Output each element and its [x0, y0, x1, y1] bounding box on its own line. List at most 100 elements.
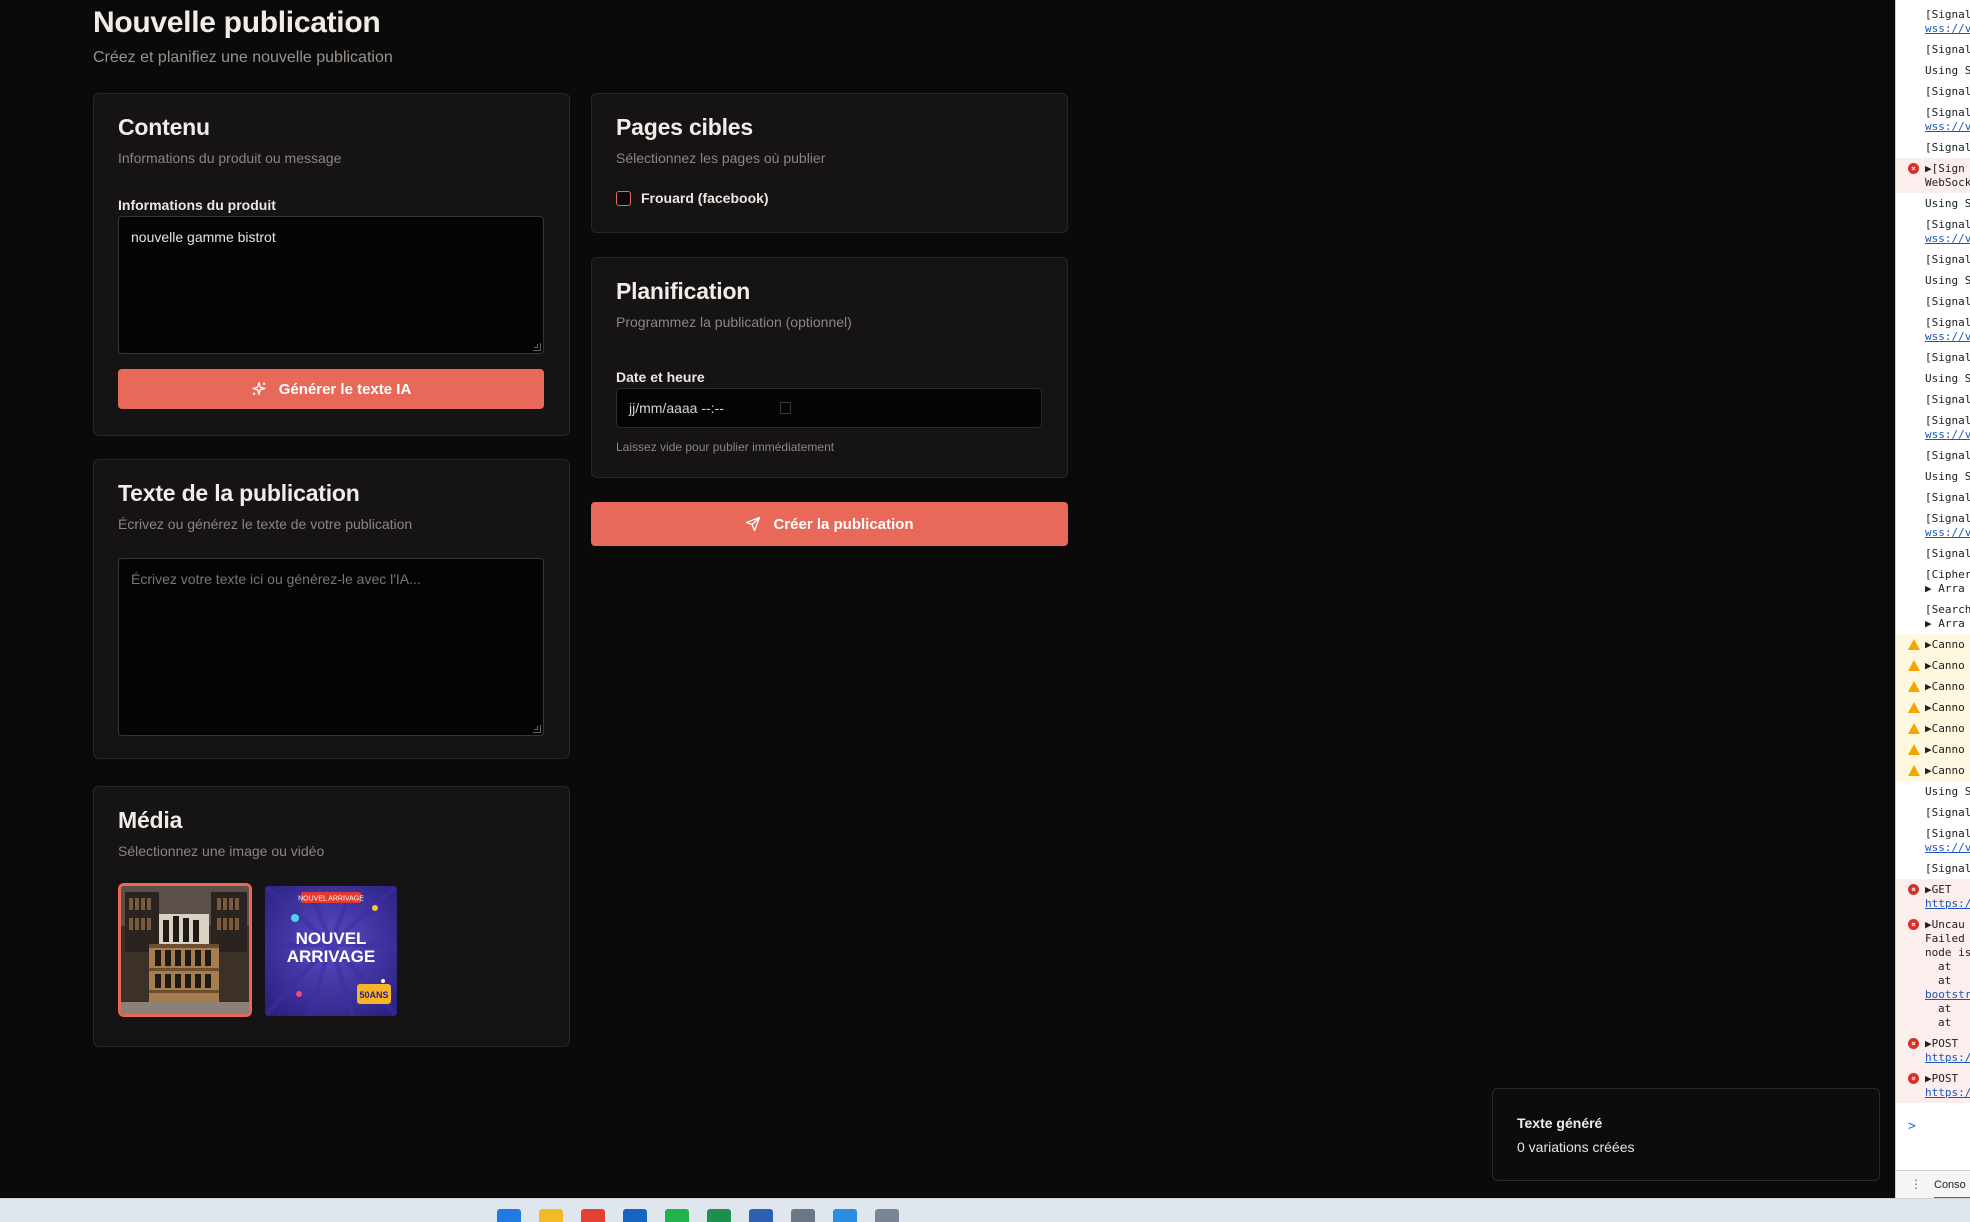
- toast-description: 0 variations créées: [1517, 1139, 1635, 1155]
- console-log-link[interactable]: https:/: [1925, 1051, 1970, 1064]
- app-icon[interactable]: [749, 1209, 773, 1222]
- console-stack-line: node is: [1925, 946, 1970, 959]
- console-log-entry: [Signal: [1896, 858, 1970, 879]
- console-log-entry: [Signal wss://v: [1896, 508, 1970, 543]
- console-log-text: Using S: [1925, 197, 1970, 210]
- console-log-entry[interactable]: ▶Canno: [1896, 739, 1970, 760]
- console-log-entry: [Signal: [1896, 249, 1970, 270]
- product-info-textarea[interactable]: nouvelle gamme bistrot: [118, 216, 544, 354]
- console-log-entry[interactable]: ▶Canno: [1896, 697, 1970, 718]
- media-card-title: Média: [118, 807, 183, 833]
- console-log-text: [Signal: [1925, 547, 1970, 560]
- console-tab[interactable]: Conso: [1934, 1179, 1970, 1198]
- file-explorer-icon[interactable]: [539, 1209, 563, 1222]
- console-log-link[interactable]: wss://v: [1925, 330, 1970, 343]
- console-log-entry[interactable]: ▶Canno: [1896, 760, 1970, 781]
- console-log-text: ▶[Sign: [1925, 162, 1965, 175]
- console-log-text: [Signal: [1925, 351, 1970, 364]
- console-log-text: [Signal: [1925, 8, 1970, 21]
- console-log-entry[interactable]: × ▶POST https:/: [1896, 1033, 1970, 1068]
- console-log-link[interactable]: https:/: [1925, 1086, 1970, 1099]
- console-log-entry[interactable]: ▶Canno: [1896, 655, 1970, 676]
- console-log-entry[interactable]: × ▶Uncau Failed node is at at bootstr at at: [1896, 914, 1970, 1033]
- console-log-entry[interactable]: ▶Canno: [1896, 676, 1970, 697]
- console-stack-line: bootstr: [1925, 988, 1970, 1001]
- console-log-link[interactable]: wss://v: [1925, 22, 1970, 35]
- console-log-text: [Signal: [1925, 414, 1970, 427]
- target-pages-card: Pages cibles Sélectionnez les pages où p…: [591, 93, 1068, 233]
- console-stack-line: at: [1938, 960, 1952, 973]
- console-log-link[interactable]: wss://v: [1925, 120, 1970, 133]
- outlook-icon[interactable]: [623, 1209, 647, 1222]
- windows-start-icon[interactable]: [497, 1209, 521, 1222]
- console-log-text: [Signal: [1925, 827, 1970, 840]
- generate-ai-text-button[interactable]: Générer le texte IA: [118, 369, 544, 409]
- poster-badge-text: 50ANS: [359, 990, 388, 1000]
- resize-handle-icon[interactable]: [533, 343, 541, 351]
- warning-icon: [1908, 702, 1920, 713]
- console-log-link[interactable]: wss://v: [1925, 526, 1970, 539]
- console-log-entry: [Signal: [1896, 39, 1970, 60]
- console-log-entry: Using S: [1896, 270, 1970, 291]
- console-log-entry: [Signal: [1896, 389, 1970, 410]
- console-stack-line: at: [1938, 1016, 1952, 1029]
- console-log-entry: [Signal: [1896, 802, 1970, 823]
- console-log-text: ▶POST: [1925, 1037, 1959, 1050]
- resize-handle-icon[interactable]: [533, 725, 541, 733]
- console-log-entry: [Signal wss://v: [1896, 312, 1970, 347]
- console-log-link[interactable]: ▶ Arra: [1925, 582, 1965, 595]
- settings-icon[interactable]: [791, 1209, 815, 1222]
- media-thumbnail-nouvel-arrivage[interactable]: NOUVEL ARRIVAGE NOUVEL ARRIVAGE 50ANS: [265, 886, 397, 1016]
- console-log-entry[interactable]: ▶Canno: [1896, 634, 1970, 655]
- content-card: Contenu Informations du produit ou messa…: [93, 93, 570, 436]
- error-icon: ×: [1908, 884, 1919, 895]
- console-log-entry: [Signal wss://v: [1896, 823, 1970, 858]
- console-log-entry: Using S: [1896, 193, 1970, 214]
- content-card-title: Contenu: [118, 114, 210, 140]
- console-log-text: [Signal: [1925, 218, 1970, 231]
- date-time-input[interactable]: jj/mm/aaaa --:--: [616, 388, 1042, 428]
- console-log-text: [Signal: [1925, 393, 1970, 406]
- post-text-textarea[interactable]: Écrivez votre texte ici ou générez-le av…: [118, 558, 544, 736]
- date-time-hint: Laissez vide pour publier immédiatement: [616, 440, 835, 454]
- console-log-entry: [Signal wss://v: [1896, 214, 1970, 249]
- settings-alt-icon[interactable]: [875, 1209, 899, 1222]
- calendar-icon[interactable]: [780, 402, 791, 414]
- media-card-subtitle: Sélectionnez une image ou vidéo: [118, 843, 325, 859]
- schedule-card-title: Planification: [616, 278, 751, 304]
- more-options-icon[interactable]: ⋮: [1910, 1177, 1922, 1191]
- console-log-entry: [Signal: [1896, 445, 1970, 466]
- console-log-link[interactable]: wss://v: [1925, 841, 1970, 854]
- console-log-entry[interactable]: × ▶GET https:/: [1896, 879, 1970, 914]
- chrome-icon[interactable]: [581, 1209, 605, 1222]
- console-log-entry: [Signal wss://v: [1896, 4, 1970, 39]
- store-icon[interactable]: [833, 1209, 857, 1222]
- poster-banner-text: NOUVEL ARRIVAGE: [298, 896, 364, 903]
- console-log-link[interactable]: wss://v: [1925, 232, 1970, 245]
- console-log-text: [Signal: [1925, 295, 1970, 308]
- console-prompt[interactable]: >: [1908, 1119, 1916, 1134]
- console-stack-line: at: [1938, 1002, 1952, 1015]
- console-log-entry[interactable]: × ▶[Sign WebSock: [1896, 158, 1970, 193]
- create-post-button[interactable]: Créer la publication: [591, 502, 1068, 546]
- date-time-placeholder: jj/mm/aaaa --:--: [629, 400, 724, 416]
- toast-notification[interactable]: Texte généré 0 variations créées: [1492, 1088, 1880, 1181]
- media-thumbnail-store-photo[interactable]: [118, 883, 252, 1017]
- console-log-link[interactable]: wss://v: [1925, 428, 1970, 441]
- page-checkbox[interactable]: [616, 190, 631, 206]
- console-log-link[interactable]: WebSock: [1925, 176, 1970, 189]
- console-log-text: ▶Canno: [1925, 764, 1965, 777]
- error-icon: ×: [1908, 1038, 1919, 1049]
- console-log-link[interactable]: ▶ Arra: [1925, 617, 1965, 630]
- console-log-entry[interactable]: ▶Canno: [1896, 718, 1970, 739]
- page-title: Nouvelle publication: [93, 6, 381, 39]
- console-log-text: ▶Canno: [1925, 680, 1965, 693]
- post-text-placeholder: Écrivez votre texte ici ou générez-le av…: [131, 571, 421, 587]
- console-log-link[interactable]: https:/: [1925, 897, 1970, 910]
- schedule-card: Planification Programmez la publication …: [591, 257, 1068, 478]
- excel-icon[interactable]: [707, 1209, 731, 1222]
- console-log-entry[interactable]: × ▶POST https:/: [1896, 1068, 1970, 1103]
- whatsapp-icon[interactable]: [665, 1209, 689, 1222]
- page-option-frouard[interactable]: Frouard (facebook): [616, 190, 769, 206]
- console-log-text: [Signal: [1925, 491, 1970, 504]
